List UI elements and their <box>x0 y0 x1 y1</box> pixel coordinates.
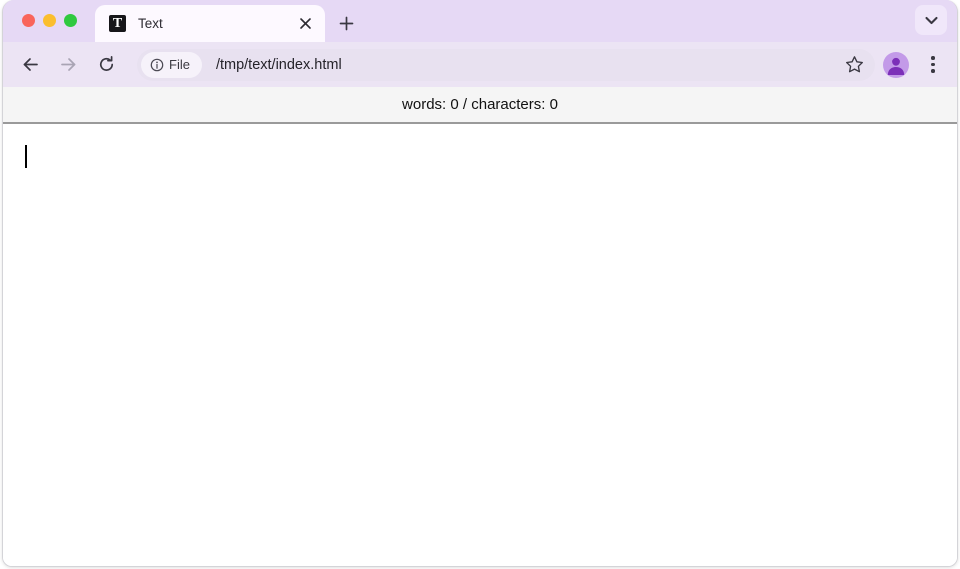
arrow-left-icon <box>21 55 40 74</box>
text-caret <box>25 145 27 168</box>
browser-toolbar: File /tmp/text/index.html <box>3 42 957 87</box>
tab-strip: T Text <box>3 0 957 42</box>
window-minimize-button[interactable] <box>43 14 56 27</box>
reload-icon <box>97 55 116 74</box>
window-close-button[interactable] <box>22 14 35 27</box>
arrow-right-icon <box>59 55 78 74</box>
info-circle-icon <box>150 58 164 72</box>
tab-text[interactable]: T Text <box>95 5 325 42</box>
profile-avatar[interactable] <box>883 52 909 78</box>
menu-dot <box>931 69 935 73</box>
file-chip-label: File <box>169 57 190 72</box>
bookmark-star-icon[interactable] <box>839 50 869 80</box>
file-scheme-chip[interactable]: File <box>141 52 202 78</box>
tab-search-chevron-down-icon[interactable] <box>915 5 947 35</box>
page-viewport: words: 0 / characters: 0 <box>3 87 957 566</box>
reload-button[interactable] <box>90 49 122 81</box>
forward-button[interactable] <box>52 49 84 81</box>
address-bar-url[interactable]: /tmp/text/index.html <box>216 57 342 73</box>
back-button[interactable] <box>14 49 46 81</box>
person-icon <box>883 52 909 78</box>
tab-close-icon[interactable] <box>295 14 315 34</box>
address-bar[interactable]: File /tmp/text/index.html <box>137 49 875 81</box>
browser-menu-three-dots-icon[interactable] <box>921 51 945 79</box>
menu-dot <box>931 56 935 60</box>
tabs-row: T Text <box>95 0 361 42</box>
window-controls <box>22 14 77 27</box>
new-tab-button[interactable] <box>331 8 361 38</box>
browser-window: T Text <box>2 0 958 567</box>
text-editor-area[interactable] <box>3 126 957 566</box>
window-maximize-button[interactable] <box>64 14 77 27</box>
tab-favicon-text-icon: T <box>109 15 126 32</box>
favicon-letter: T <box>113 17 122 31</box>
word-count-status-bar: words: 0 / characters: 0 <box>3 87 957 124</box>
menu-dot <box>931 63 935 67</box>
tab-title: Text <box>138 16 295 31</box>
word-character-count: words: 0 / characters: 0 <box>402 96 558 113</box>
